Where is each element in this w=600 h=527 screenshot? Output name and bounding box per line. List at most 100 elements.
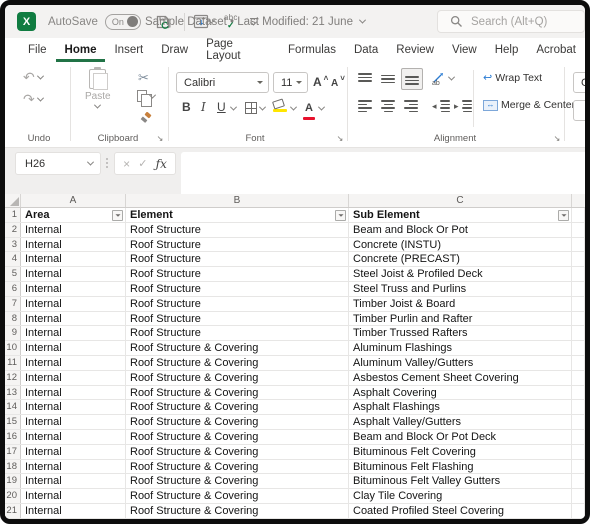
cell-sub-element[interactable]: Bituminous Felt Valley Gutters	[349, 474, 572, 488]
cell-element[interactable]: Roof Structure & Covering	[126, 489, 349, 503]
enter-icon[interactable]: ✓	[138, 157, 147, 170]
ribbon-tab-page-layout[interactable]: Page Layout	[197, 38, 279, 62]
row-number[interactable]: 21	[5, 504, 21, 518]
cell-d[interactable]	[572, 504, 585, 518]
undo-button[interactable]: ↶	[23, 70, 43, 84]
row-number[interactable]: 17	[5, 445, 21, 459]
filter-dropdown-icon[interactable]	[112, 210, 123, 221]
cell-element[interactable]: Roof Structure & Covering	[126, 400, 349, 414]
cancel-icon[interactable]: ×	[123, 157, 130, 171]
cell-element[interactable]: Roof Structure	[126, 297, 349, 311]
row-number[interactable]: 1	[5, 208, 21, 222]
bold-button[interactable]: B	[182, 100, 191, 114]
cell-area[interactable]: Internal	[21, 282, 126, 296]
cell-area[interactable]: Internal	[21, 341, 126, 355]
clipboard-dialog-launcher-icon[interactable]: ↘	[155, 134, 165, 144]
cell-element[interactable]: Roof Structure	[126, 267, 349, 281]
cell-sub-element[interactable]: Bituminous Felt Flashing	[349, 460, 572, 474]
cell-sub-element[interactable]: Aluminum Valley/Gutters	[349, 356, 572, 370]
cell-d[interactable]	[572, 474, 585, 488]
row-number[interactable]: 20	[5, 489, 21, 503]
cell-sub-element[interactable]: Asbestos Cement Sheet Covering	[349, 371, 572, 385]
cell-area[interactable]: Internal	[21, 267, 126, 281]
cell-sub-element[interactable]: Timber Purlin and Rafter	[349, 312, 572, 326]
cell-sub-element[interactable]: Timber Joist & Board	[349, 297, 572, 311]
cell-d[interactable]	[572, 223, 585, 237]
cell-d[interactable]	[572, 282, 585, 296]
cell-d[interactable]	[572, 238, 585, 252]
ribbon-tab-review[interactable]: Review	[387, 38, 443, 62]
row-number[interactable]: 12	[5, 371, 21, 385]
row-number[interactable]: 18	[5, 460, 21, 474]
cell-sub-element[interactable]: Steel Joist & Profiled Deck	[349, 267, 572, 281]
column-header-b[interactable]: B	[126, 194, 349, 207]
cell-element[interactable]: Roof Structure & Covering	[126, 445, 349, 459]
cell-sub-element[interactable]: Beam and Block Or Pot Deck	[349, 430, 572, 444]
row-number[interactable]: 15	[5, 415, 21, 429]
number-format-select-partial[interactable]: G	[573, 72, 590, 93]
cell-sub-element[interactable]: Beam and Block Or Pot	[349, 223, 572, 237]
cell-element[interactable]: Roof Structure	[126, 223, 349, 237]
cell-element[interactable]: Roof Structure	[126, 252, 349, 266]
underline-chevron-icon[interactable]	[230, 104, 237, 111]
cell-area[interactable]: Internal	[21, 297, 126, 311]
cell-element[interactable]: Roof Structure	[126, 312, 349, 326]
cell-d[interactable]	[572, 252, 585, 266]
ribbon-tab-draw[interactable]: Draw	[152, 38, 197, 62]
cell-d[interactable]	[572, 489, 585, 503]
wrap-text-button[interactable]: ↩ Wrap Text	[483, 72, 542, 84]
font-dialog-launcher-icon[interactable]: ↘	[335, 134, 345, 144]
cell-d[interactable]	[572, 297, 585, 311]
row-number[interactable]: 6	[5, 282, 21, 296]
cell-element[interactable]: Roof Structure	[126, 238, 349, 252]
cell-area[interactable]: Internal	[21, 223, 126, 237]
column-header-d-partial[interactable]	[572, 194, 585, 207]
cell-sub-element[interactable]: Bituminous Felt Covering	[349, 445, 572, 459]
row-number[interactable]: 3	[5, 238, 21, 252]
filter-dropdown-icon[interactable]	[335, 210, 346, 221]
cell-area[interactable]: Internal	[21, 460, 126, 474]
ribbon-tab-data[interactable]: Data	[345, 38, 387, 62]
cell-element[interactable]: Roof Structure & Covering	[126, 504, 349, 518]
shrink-font-button[interactable]: A˅	[331, 74, 345, 89]
row-number[interactable]: 9	[5, 326, 21, 340]
cell-d[interactable]	[572, 371, 585, 385]
cell-d[interactable]	[572, 400, 585, 414]
increase-indent-button[interactable]: ▸	[454, 100, 472, 112]
row-number[interactable]: 5	[5, 267, 21, 281]
cut-button[interactable]: ✂	[138, 70, 149, 86]
ribbon-tab-insert[interactable]: Insert	[105, 38, 152, 62]
cell-area[interactable]: Internal	[21, 371, 126, 385]
cell-area[interactable]: Internal	[21, 445, 126, 459]
fill-color-chevron-icon[interactable]	[290, 104, 297, 111]
row-number[interactable]: 10	[5, 341, 21, 355]
cell-area[interactable]: Internal	[21, 504, 126, 518]
cell-element[interactable]: Roof Structure & Covering	[126, 356, 349, 370]
row-number[interactable]: 19	[5, 474, 21, 488]
cell-element[interactable]: Roof Structure & Covering	[126, 460, 349, 474]
cell-area[interactable]: Internal	[21, 356, 126, 370]
document-title[interactable]: Sample Dataset • Last Modified: 21 June	[145, 16, 365, 28]
font-color-button[interactable]: A	[303, 98, 315, 120]
cell-d[interactable]	[572, 386, 585, 400]
cell-element[interactable]: Roof Structure & Covering	[126, 430, 349, 444]
decrease-indent-button[interactable]: ◂	[432, 100, 450, 112]
cell-d[interactable]	[572, 267, 585, 281]
cell-area[interactable]: Internal	[21, 489, 126, 503]
cell-sub-element[interactable]: Asphalt Flashings	[349, 400, 572, 414]
cell-d[interactable]	[572, 430, 585, 444]
alignment-dialog-launcher-icon[interactable]: ↘	[552, 134, 562, 144]
row-number[interactable]: 11	[5, 356, 21, 370]
cell-area[interactable]: Internal	[21, 415, 126, 429]
header-cell-sub-element[interactable]: Sub Element	[349, 208, 572, 222]
number-button-partial[interactable]	[573, 100, 590, 121]
excel-logo-icon[interactable]: X	[17, 12, 36, 31]
cell-d[interactable]	[572, 326, 585, 340]
font-family-select[interactable]: Calibri	[176, 72, 269, 93]
row-number[interactable]: 4	[5, 252, 21, 266]
underline-button[interactable]: U	[217, 100, 226, 114]
font-color-chevron-icon[interactable]	[318, 104, 325, 111]
row-number[interactable]: 8	[5, 312, 21, 326]
column-header-a[interactable]: A	[21, 194, 126, 207]
grow-font-button[interactable]: A˄	[313, 74, 328, 89]
